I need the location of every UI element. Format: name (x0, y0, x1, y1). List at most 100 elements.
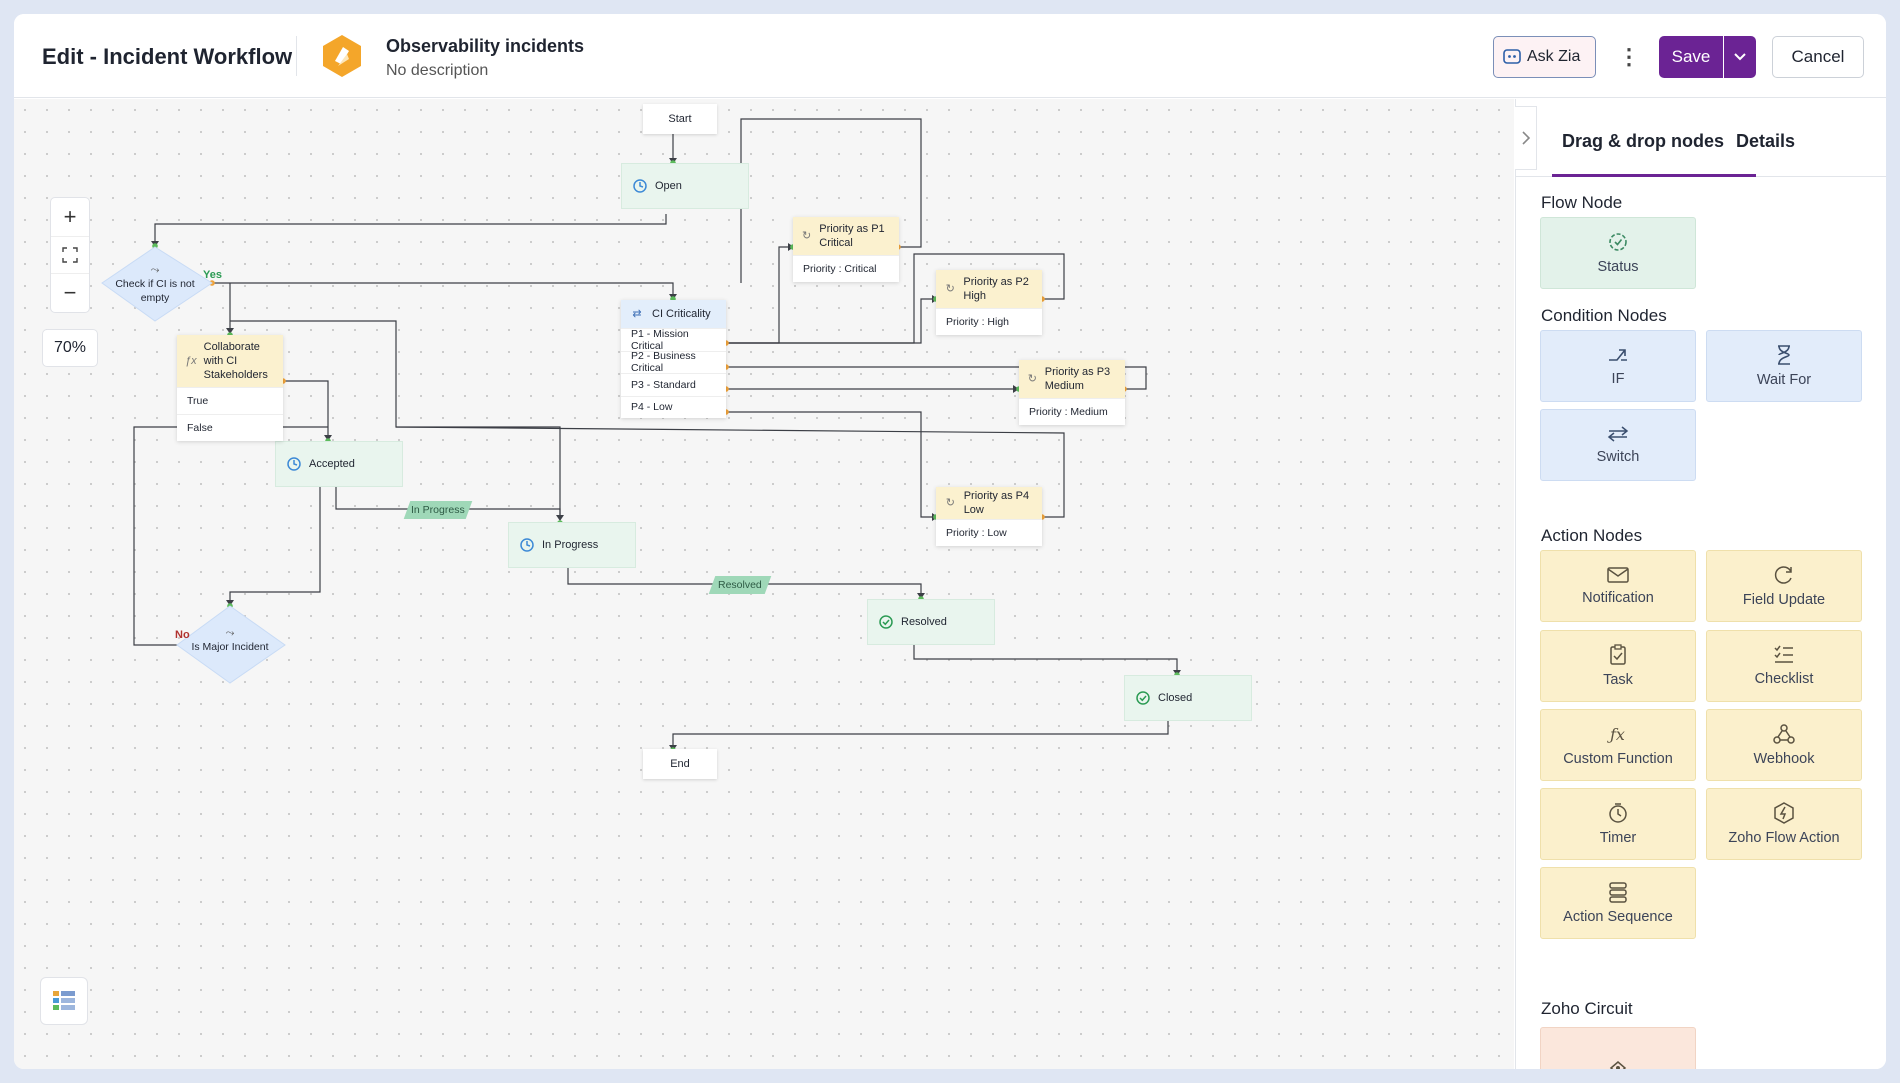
custom-function-node-collaborate[interactable]: ƒx Collaborate with CI Stakeholders True… (177, 335, 283, 441)
palette-webhook[interactable]: Webhook (1706, 709, 1862, 781)
status-clock-icon (286, 456, 302, 472)
card-row: Priority : Low (936, 519, 1042, 546)
if-node-is-major[interactable]: ⤳ Is Major Incident (187, 626, 273, 654)
palette-zoho-flow-action[interactable]: Zoho Flow Action (1706, 788, 1862, 860)
palette-timer[interactable]: Timer (1540, 788, 1696, 860)
status-node-accepted[interactable]: Accepted (275, 441, 403, 487)
if-icon: ⤳ (150, 264, 160, 276)
cancel-button[interactable]: Cancel (1772, 36, 1864, 78)
section-title-flow: Flow Node (1541, 193, 1623, 212)
palette-wait-for[interactable]: Wait For (1706, 330, 1862, 402)
transition-label: In Progress (411, 504, 465, 516)
tile-label: Field Update (1742, 592, 1826, 608)
palette-switch[interactable]: Switch (1540, 409, 1696, 481)
card-header: ↻ Priority as P1 Critical (793, 217, 899, 255)
clipboard-icon (1610, 644, 1626, 665)
tab-details[interactable]: Details (1736, 131, 1795, 152)
tile-label: Custom Function (1563, 751, 1673, 767)
if-node-check-ci[interactable]: ⤳ Check if CI is not empty (112, 263, 198, 305)
more-options-icon[interactable]: ⋮ (1614, 36, 1644, 78)
webhook-icon (1773, 724, 1795, 744)
section-title-condition: Condition Nodes (1541, 306, 1667, 325)
status-clock-icon (632, 178, 648, 194)
palette-field-update[interactable]: Field Update (1706, 550, 1862, 622)
tile-label: Wait For (1756, 372, 1812, 388)
status-label: Accepted (309, 458, 355, 470)
palette-if[interactable]: IF (1540, 330, 1696, 402)
card-title: Collaborate with CI Stakeholders (203, 341, 268, 381)
if-node-label: Check if CI is not empty (115, 278, 195, 304)
switch-icon: ⇄ (632, 308, 642, 320)
field-update-node-p4[interactable]: ↻ Priority as P4 Low Priority : Low (936, 487, 1042, 546)
workflow-description[interactable]: No description (386, 62, 488, 80)
card-row: Priority : Critical (793, 255, 899, 282)
if-node-label: Is Major Incident (191, 641, 269, 653)
branch-yes-label: Yes (203, 269, 222, 281)
zia-icon (1503, 49, 1521, 64)
status-node-in-progress[interactable]: In Progress (508, 522, 636, 568)
card-row: False (177, 414, 283, 441)
page-title: Edit - Incident Workflow (42, 44, 293, 69)
tile-label: Task (1603, 672, 1633, 688)
card-row: P2 - Business Critical (621, 350, 726, 374)
field-update-node-p2[interactable]: ↻ Priority as P2 High Priority : High (936, 270, 1042, 335)
palette-zoho-circuit[interactable] (1540, 1027, 1696, 1069)
ask-zia-label: Ask Zia (1527, 48, 1581, 65)
palette-status[interactable]: Status (1540, 217, 1696, 289)
transition-resolved[interactable]: Resolved (708, 576, 772, 594)
tile-label: Timer (1599, 830, 1637, 846)
timer-icon (1609, 803, 1627, 823)
workflow-canvas[interactable]: Start End Open Accepted In Progress Reso… (14, 99, 1514, 1069)
tile-label: Status (1597, 259, 1639, 275)
field-update-node-p3[interactable]: ↻ Priority as P3 Medium Priority : Mediu… (1019, 360, 1125, 425)
start-node[interactable]: Start (643, 104, 717, 134)
status-label: Open (655, 180, 682, 192)
card-title: Priority as P3 Medium (1044, 366, 1111, 392)
minimap-icon[interactable] (40, 977, 88, 1025)
zoho-flow-icon (1774, 802, 1794, 824)
if-icon: ⤳ (225, 627, 235, 639)
refresh-icon: ↻ (1027, 373, 1037, 385)
header-divider (296, 36, 297, 76)
palette-action-sequence[interactable]: Action Sequence (1540, 867, 1696, 939)
fit-to-screen-icon[interactable] (51, 236, 89, 274)
tile-label: Action Sequence (1563, 909, 1673, 925)
tab-drag-drop-nodes[interactable]: Drag & drop nodes (1562, 131, 1724, 152)
end-node[interactable]: End (643, 749, 717, 779)
switch-arrows-icon (1607, 426, 1629, 442)
save-button[interactable]: Save (1659, 36, 1723, 78)
refresh-icon: ↻ (802, 230, 812, 242)
zoom-out-icon[interactable]: − (51, 274, 89, 312)
tile-label: Checklist (1754, 671, 1814, 687)
panel-tabs: Drag & drop nodes Details (1516, 99, 1886, 177)
tile-label: Notification (1582, 590, 1654, 606)
function-icon: ƒx (185, 355, 197, 367)
palette-notification[interactable]: Notification (1540, 550, 1696, 622)
check-circle-icon (1135, 690, 1151, 706)
refresh-icon: ↻ (945, 497, 955, 509)
hourglass-icon (1778, 345, 1790, 365)
palette-custom-function[interactable]: ƒx Custom Function (1540, 709, 1696, 781)
node-palette-panel: Drag & drop nodes Details Flow Node Stat… (1515, 99, 1886, 1069)
field-update-node-p1[interactable]: ↻ Priority as P1 Critical Priority : Cri… (793, 217, 899, 282)
chevron-down-icon (1734, 53, 1746, 61)
palette-task[interactable]: Task (1540, 630, 1696, 702)
card-header: ↻ Priority as P2 High (936, 270, 1042, 308)
save-dropdown-button[interactable] (1724, 36, 1756, 78)
ask-zia-button[interactable]: Ask Zia (1493, 36, 1596, 78)
transition-in-progress[interactable]: In Progress (403, 501, 473, 519)
status-node-open[interactable]: Open (621, 163, 749, 209)
status-node-closed[interactable]: Closed (1124, 675, 1252, 721)
card-row: Priority : Medium (1019, 398, 1125, 425)
card-header: ƒx Collaborate with CI Stakeholders (177, 335, 283, 387)
zoom-level[interactable]: 70% (42, 329, 98, 367)
card-row: Priority : High (936, 308, 1042, 335)
palette-checklist[interactable]: Checklist (1706, 630, 1862, 702)
card-row: True (177, 387, 283, 414)
switch-node-ci-criticality[interactable]: ⇄ CI Criticality P1 - Mission Critical P… (621, 300, 726, 418)
svg-text:ƒx: ƒx (1607, 725, 1625, 744)
status-node-resolved[interactable]: Resolved (867, 599, 995, 645)
zoom-in-icon[interactable]: + (51, 198, 89, 236)
status-icon (1609, 233, 1627, 251)
collapse-panel-icon[interactable] (1515, 106, 1537, 170)
